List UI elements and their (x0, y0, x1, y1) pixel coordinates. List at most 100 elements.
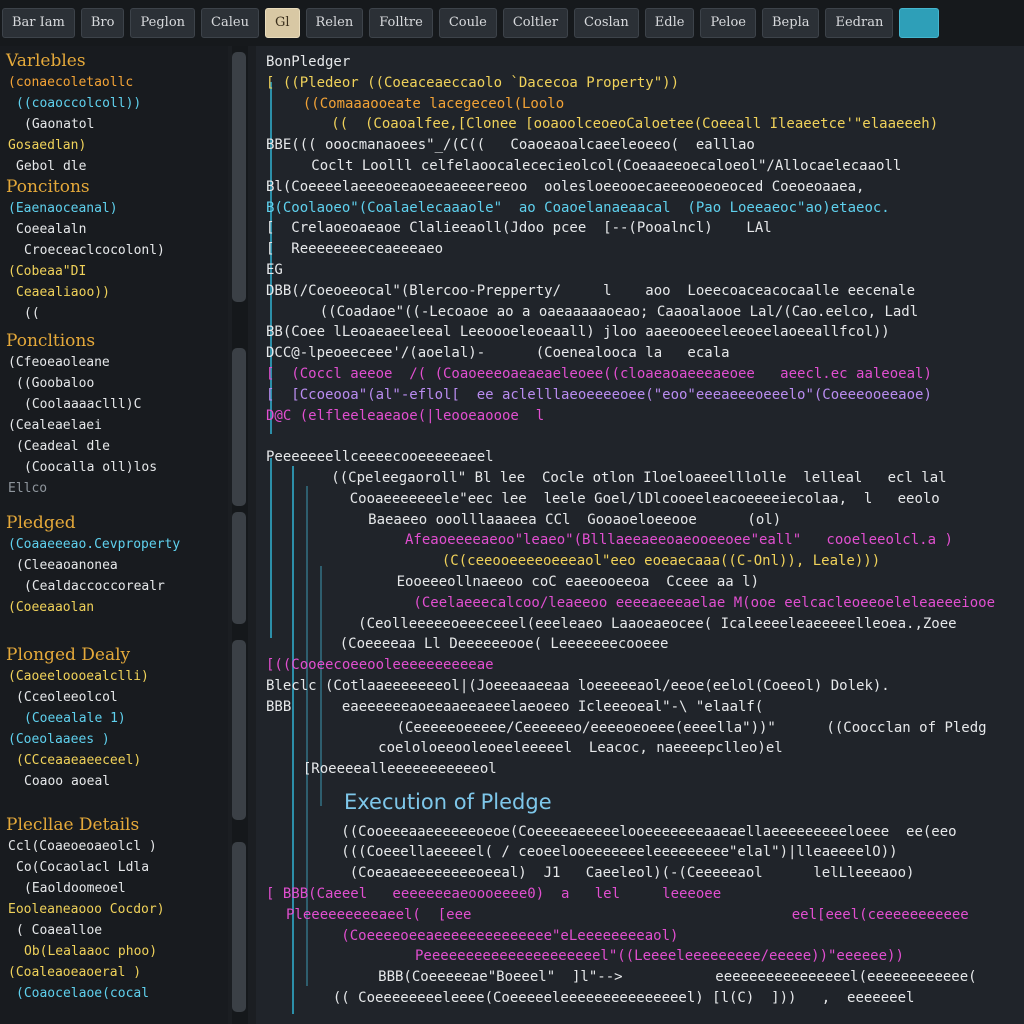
code-line[interactable]: (Coeaeaeeeeeeeeoeeal) J1 Caeeleol)(-(Cee… (316, 863, 915, 883)
toolbar-button[interactable]: Folltre (369, 8, 433, 38)
code-line[interactable]: BonPledger (266, 52, 350, 72)
sidebar-item[interactable]: Ellco (6, 478, 157, 499)
code-line[interactable]: BBB(Coeeeeeae"Boeeel" ]l"--> eeeeeeeeeee… (336, 967, 976, 987)
sidebar-item[interactable]: (Eaenaoceanal) (6, 198, 165, 219)
code-line[interactable]: Pleeeeeeeeeaeel( [eee eel[eeel(ceeeeeeee… (286, 905, 969, 925)
code-line[interactable]: Coclt Loolll celfelaoocalececieolcol(Coe… (286, 156, 901, 176)
toolbar-button[interactable]: Coltler (502, 8, 569, 38)
code-line[interactable]: (Ceolleeeeeoeeeceeel(eeeleaeo Laaoeaeoce… (316, 614, 956, 634)
sidebar-item[interactable]: ((Goobaloo (6, 373, 157, 394)
sidebar-item[interactable]: Ccl(Coaeoeoaeolcl ) (6, 836, 165, 857)
sidebar-section-title[interactable]: Plonged Dealy (6, 644, 149, 666)
code-line[interactable]: D@C (elfleeleaeaoe(|leooeaoooe l (266, 406, 544, 426)
code-line[interactable]: Bl(Coeeeelaeeeoeeaoeeaeeeereeoo oolesloe… (266, 177, 864, 197)
sidebar-item[interactable]: (Cobeaa"DI (6, 261, 165, 282)
sidebar-item[interactable]: (Coaaeeeao.Cevproperty (6, 534, 180, 555)
code-line[interactable]: Bleclc (Cotlaaeeeeeeeol|(Joeeeaaeeaa loe… (266, 676, 890, 696)
sidebar-item[interactable]: (Coaleaoeaoeral ) (6, 962, 165, 983)
sidebar-item[interactable]: (Cealeaelaei (6, 415, 157, 436)
sidebar-item[interactable]: Croeceaclcocolonl) (6, 240, 165, 261)
code-line[interactable]: (Coeeeeaa Ll Deeeeeeooe( Leeeeeeecooeee (306, 634, 669, 654)
sidebar-item[interactable]: Ob(Lealaaoc phoo) (6, 941, 165, 962)
sidebar-item[interactable]: (Ceadeal dle (6, 436, 157, 457)
toolbar-button[interactable]: Peglon (130, 8, 196, 38)
sidebar-item[interactable]: ( Coaealloe (6, 920, 165, 941)
code-line[interactable]: BB(Coee lLeoaeaeeleeal Leeoooeleoeaall) … (266, 322, 890, 342)
sidebar-item[interactable]: Coeealaln (6, 219, 165, 240)
sidebar-item[interactable]: (Gaonatol (6, 114, 141, 135)
code-line[interactable]: Eooeeeollnaeeoo coC eaeeooeeoa Cceee aa … (346, 572, 759, 592)
code-line[interactable]: Afeaoeeeeaeoo"leaeo"(Blllaeeaeeoaeooeeoe… (346, 530, 953, 550)
sidebar-item[interactable]: (Cleeaoanonea (6, 555, 180, 576)
code-line[interactable]: [ BBB(Caeeel eeeeeeeaeoooeeee0) a lel le… (266, 884, 721, 904)
code-line[interactable]: [ (Coccl aeeoe /( (Coaoeeeoaeaeaeleoee((… (266, 364, 932, 384)
code-line[interactable]: Peeeeeeeeeeeeeeeeeeeeel"((Leeeeleeeeeeee… (356, 946, 904, 966)
sidebar-item[interactable]: (Coolaaaaclll)C (6, 394, 157, 415)
sidebar-item[interactable]: (CCceaaeaeeceel) (6, 750, 149, 771)
code-line[interactable]: (( Coeeeeeeeeleeee(Coeeeeeleeeeeeeeeeeee… (316, 988, 915, 1008)
sidebar-item[interactable]: Ceaealiaoo)) (6, 282, 165, 303)
toolbar-button[interactable]: Caleu (201, 8, 259, 38)
toolbar-button[interactable]: Relen (305, 8, 364, 38)
code-line[interactable]: Cooaeeeeeeele"eec lee leele Goel/lDlcooe… (316, 489, 940, 509)
toolbar-button[interactable]: Gl (264, 8, 300, 38)
code-line[interactable]: [((Cooeecoeeooleeeeeeeeeeae (266, 655, 494, 675)
toolbar-button[interactable]: Bepla (762, 8, 820, 38)
code-line[interactable]: (Ceeeeeoeeeee/Ceeeeeeo/eeeeoeoeee(eeeell… (346, 718, 987, 738)
toolbar-button[interactable]: Coule (438, 8, 497, 38)
sidebar-item[interactable]: Coaoo aoeal (6, 771, 149, 792)
scrollbar-thumb[interactable] (232, 512, 246, 624)
toolbar-button[interactable] (899, 8, 940, 38)
code-editor[interactable]: Execution of Pledge BonPledger[ ((Pledeo… (256, 46, 1024, 1024)
sidebar-item[interactable]: (Caoeeloooealclli) (6, 666, 149, 687)
sidebar-item[interactable]: (Cceoleeolcol (6, 687, 149, 708)
code-line[interactable]: ((Comaaaooeate lacegeceol(Loolo (286, 94, 564, 114)
code-line[interactable]: [Roeeeealleeeeeeeeeeeol (286, 759, 497, 779)
scrollbar-thumb[interactable] (232, 52, 246, 302)
sidebar-item[interactable]: (conaecoletaollc (6, 72, 141, 93)
scrollbar-thumb[interactable] (232, 348, 246, 506)
toolbar-button[interactable]: Bar Iam (2, 8, 75, 38)
sidebar-item[interactable]: (Coeolaaees ) (6, 729, 149, 750)
sidebar-item[interactable]: (Coeealale 1) (6, 708, 149, 729)
toolbar-button[interactable]: Bro (80, 8, 125, 38)
sidebar-item[interactable]: Eooleaneaooo Cocdor) (6, 899, 165, 920)
toolbar-button[interactable]: Edle (644, 8, 695, 38)
code-line[interactable]: [ ((Pledeor ((Coeaceaeccaolo `Dacecoa Pr… (266, 73, 679, 93)
toolbar-button[interactable]: Coslan (574, 8, 639, 38)
code-line[interactable]: DCC@-lpeoeeceee'/(aoelal)- (Coenealooca … (266, 343, 730, 363)
code-line[interactable]: ((Cooeeeaaeeeeeeoeoe(Coeeeeaeeeeelooeeee… (316, 822, 956, 842)
sidebar-item[interactable]: ((coaoccolcoll)) (6, 93, 141, 114)
sidebar-item[interactable]: (Cfeoeaoleane (6, 352, 157, 373)
sidebar-item[interactable]: Gebol dle (6, 156, 141, 177)
code-line[interactable]: (((Coeeellaeeeeel( / ceoeelooeeeeeeeleee… (316, 842, 897, 862)
sidebar-item[interactable]: (( (6, 303, 165, 324)
code-line[interactable]: BBE((( ooocmanaoees"_/(C(( Coaoeaoalcaee… (266, 135, 755, 155)
code-line[interactable]: [ [Ccoeooa"(al"-eflol[ ee aclelllaeoeeee… (266, 385, 932, 405)
code-line[interactable]: DBB(/Coeoeeocal"(Blercoo-Prepperty/ l ao… (266, 281, 915, 301)
code-line[interactable]: [ Reeeeeeeeceaeeeaeo (266, 239, 443, 259)
code-line[interactable]: B(Coolaoeo"(Coalaelecaaaole" ao Coaoelan… (266, 198, 890, 218)
sidebar-item[interactable]: (Coaocelaoe(cocal (6, 983, 165, 1004)
code-line[interactable]: (Ceelaeeecalcoo/leaeeoo eeeeaeeeaelae M(… (346, 593, 995, 613)
code-line[interactable]: [ Crelaoeoaeaoe Clalieeaoll(Jdoo pcee [-… (266, 218, 772, 238)
scrollbar-thumb[interactable] (232, 842, 246, 1012)
sidebar-section-title[interactable]: Pledged (6, 512, 180, 534)
code-line[interactable]: (( (Coaoalfee,[Clonee [ooaoolceoeoCaloet… (306, 114, 938, 134)
toolbar-button[interactable]: Eedran (825, 8, 894, 38)
sidebar-scrollbar[interactable] (232, 46, 248, 1024)
sidebar-item[interactable]: (Eaoldoomeoel (6, 878, 165, 899)
code-line[interactable]: ((Coadaoe"((-Lecoaoe ao a oaeaaaaaoeao; … (286, 302, 918, 322)
code-line[interactable]: Baeaeeo ooolllaaaeea CCl Gooaoeloeeooe (… (326, 510, 781, 530)
code-line[interactable]: ((Cpeleegaoroll" Bl lee Cocle otlon Iloe… (306, 468, 946, 488)
sidebar-section-title[interactable]: Poncitons (6, 176, 165, 198)
scrollbar-thumb[interactable] (232, 640, 246, 820)
code-line[interactable]: Peeeeeeellceeeecooeeeeeaeel (266, 447, 494, 467)
sidebar-item[interactable]: (Cealdaccoccorealr (6, 576, 180, 597)
code-line[interactable]: coeloloeeooleoeeleeeeel Leacoc, naeeeepc… (336, 738, 783, 758)
code-line[interactable]: BBB eaeeeeeeaoeeaaeeaeeelaeoeeo Icleeeoe… (266, 697, 763, 717)
sidebar-item[interactable]: (Coocalla oll)los (6, 457, 157, 478)
sidebar-section-title[interactable]: Poncltions (6, 330, 157, 352)
sidebar-section-title[interactable]: Varlebles (6, 50, 141, 72)
code-line[interactable]: (Coeeeeoeeaeeeeeeeeeeeeee"eLeeeeeeeeaol) (316, 926, 678, 946)
